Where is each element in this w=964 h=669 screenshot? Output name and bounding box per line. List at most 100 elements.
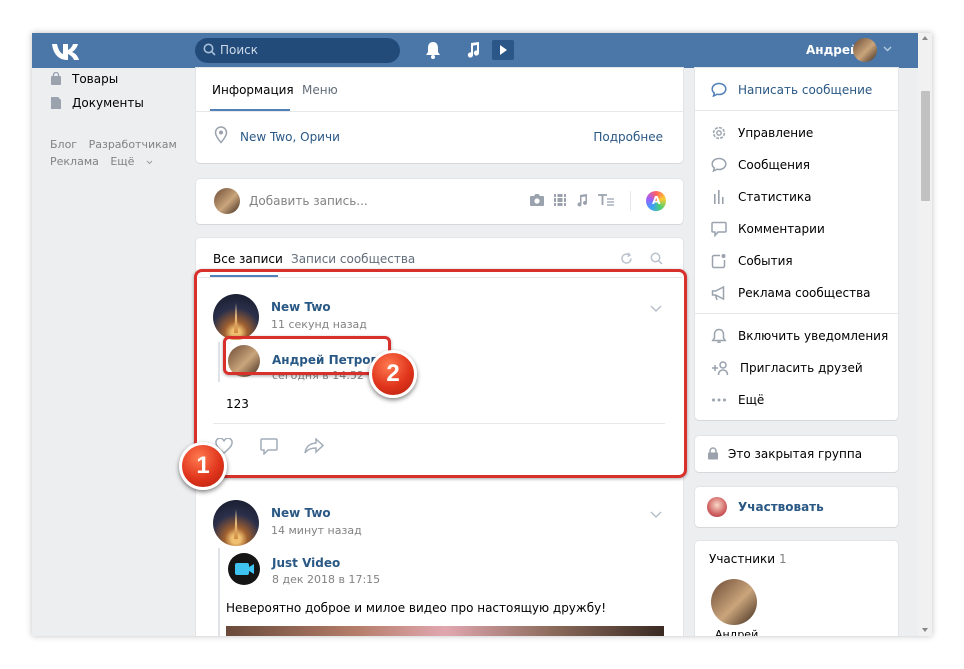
post-time[interactable]: 14 минут назад [271,524,362,537]
action-manage[interactable]: Управление [711,125,813,141]
vk-logo-icon[interactable] [50,41,84,61]
footer-link-ads[interactable]: Реклама [50,155,99,168]
left-menu-item-documents[interactable]: Документы [50,96,144,110]
divider [695,110,898,111]
action-events[interactable]: События [711,253,793,269]
header-user-name[interactable]: Андрей [806,43,858,57]
action-label: Ещё [738,393,765,407]
chevron-down-icon[interactable] [650,511,662,519]
action-messages[interactable]: Сообщения [711,157,810,172]
left-menu-label: Товары [72,72,119,86]
scroll-down-arrow[interactable] [922,628,928,632]
member-name[interactable]: Андрей [715,628,758,636]
search-input[interactable]: Поиск [195,38,400,63]
action-more[interactable]: Ещё [711,392,764,408]
page-scrollbar[interactable] [918,33,932,636]
gear-icon [712,126,726,140]
search-icon[interactable] [650,252,663,265]
action-comments[interactable]: Комментарии [711,221,825,237]
members-count: 1 [779,552,787,566]
footer-link-blog[interactable]: Блог [50,138,77,151]
post-author[interactable]: New Two [271,506,331,520]
scroll-up-arrow[interactable] [922,36,928,40]
action-stats[interactable]: Статистика [711,189,812,205]
action-label: Пригласить друзей [740,361,863,375]
music-icon[interactable] [465,41,481,59]
chevron-down-icon[interactable] [883,46,892,52]
megaphone-icon [711,285,725,301]
action-label: Включить уведомления [738,329,889,343]
message-icon [711,157,727,172]
footer-link-more[interactable]: Ещё [110,155,153,168]
avatar [707,497,727,517]
action-label: Сообщения [738,157,811,172]
footer-links-row-2: Реклама Ещё [50,155,161,168]
step-badge-2: 2 [369,350,417,398]
repost-time[interactable]: 8 дек 2018 в 17:15 [272,573,380,586]
join-card[interactable]: Участвовать [695,487,898,527]
join-button[interactable]: Участвовать [738,500,824,514]
repost-bar [218,548,220,636]
left-menu-label: Документы [72,96,144,110]
closed-group-card: Это закрытая группа [695,436,898,472]
closed-group-text: Это закрытая группа [728,447,863,461]
refresh-icon[interactable] [620,252,633,265]
text-format-icon[interactable] [597,193,615,207]
camera-icon[interactable] [529,193,545,207]
members-title-label: Участники [709,552,776,566]
chevron-down-icon [146,160,153,165]
avatar[interactable] [213,500,259,546]
search-icon [203,43,216,56]
comment-icon [711,221,727,237]
action-label: Реклама сообщества [738,286,871,300]
write-message-button[interactable]: Написать сообщение [711,82,872,97]
action-invite-friends[interactable]: Пригласить друзей [711,360,863,376]
group-actions-card: Написать сообщение Управление Сообщения … [695,68,898,420]
music-attach-icon[interactable] [575,193,589,207]
video-thumbnail[interactable] [226,626,664,636]
action-label: События [738,254,793,268]
action-label: Написать сообщение [738,82,873,97]
new-post-box[interactable]: Добавить запись... A [196,179,683,224]
members-card: Участники 1 Андрей [695,541,898,636]
search-placeholder: Поиск [220,43,259,57]
more-icon [712,398,726,402]
video-icon[interactable] [492,40,514,60]
footer-links-row-1: Блог Разработчикам [50,138,185,151]
tab-menu[interactable]: Меню [302,83,338,97]
video-attach-icon[interactable] [553,193,567,207]
action-label: Статистика [738,190,812,204]
add-user-icon [712,361,729,376]
members-title[interactable]: Участники 1 [709,552,787,566]
header-avatar[interactable] [853,38,877,62]
video-camera-icon [235,563,254,575]
tab-community-posts[interactable]: Записи сообщества [291,252,415,266]
attachment-icons [529,193,615,207]
divider [695,313,898,314]
tab-information[interactable]: Информация [212,83,294,97]
action-label: Комментарии [738,222,825,236]
left-menu-item-goods[interactable]: Товары [50,72,118,86]
event-icon [711,254,726,269]
new-post-placeholder[interactable]: Добавить запись... [249,194,368,208]
more-info-link[interactable]: Подробнее [593,130,663,144]
location-pin-icon [214,126,228,144]
tab-all-posts[interactable]: Все записи [213,252,283,266]
action-notifications[interactable]: Включить уведомления [711,328,888,344]
bell-icon [711,328,727,343]
action-ads[interactable]: Реклама сообщества [711,285,871,301]
poster-color-icon[interactable]: A [646,191,666,211]
top-header: Поиск Андрей [32,33,918,68]
repost-author[interactable]: Just Video [272,556,340,570]
post-text: Невероятно доброе и милое видео про наст… [226,601,607,615]
location-link[interactable]: New Two, Оричи [240,130,340,144]
scroll-thumb[interactable] [921,91,930,201]
document-icon [51,97,61,109]
lock-icon [708,447,718,460]
footer-link-more-label: Ещё [110,155,135,168]
avatar[interactable] [711,579,757,625]
avatar[interactable] [228,553,260,585]
footer-link-dev[interactable]: Разработчикам [89,138,177,151]
bell-icon[interactable] [425,41,441,59]
highlight-frame-2 [223,336,391,375]
